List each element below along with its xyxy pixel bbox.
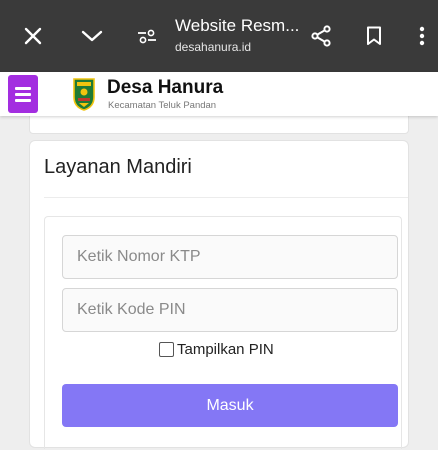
pin-code-input[interactable] <box>62 288 398 332</box>
site-name[interactable]: Desa Hanura <box>107 77 223 99</box>
login-form: Tampilkan PIN Masuk <box>44 216 402 449</box>
ktp-number-input[interactable] <box>62 235 398 279</box>
show-pin-checkbox[interactable] <box>159 342 174 357</box>
village-crest-icon <box>72 77 96 111</box>
chevron-down-icon[interactable] <box>77 0 107 72</box>
site-header: Desa Hanura Kecamatan Teluk Pandan <box>0 72 438 116</box>
address-bar[interactable]: Website Resm... desahanura.id <box>175 16 300 55</box>
previous-card <box>29 116 409 134</box>
more-vertical-icon[interactable] <box>412 0 432 72</box>
show-pin-label: Tampilkan PIN <box>177 341 274 358</box>
page-title: Website Resm... <box>175 16 300 35</box>
card-divider <box>44 197 408 198</box>
hamburger-menu-icon[interactable] <box>8 75 38 113</box>
page-settings-icon[interactable] <box>132 0 162 72</box>
page-content: Layanan Mandiri Tampilkan PIN Masuk <box>0 116 438 450</box>
login-button[interactable]: Masuk <box>62 384 398 427</box>
page-host: desahanura.id <box>175 40 252 54</box>
close-icon[interactable] <box>18 0 48 72</box>
card-title: Layanan Mandiri <box>44 156 192 178</box>
login-card: Layanan Mandiri Tampilkan PIN Masuk <box>29 140 409 449</box>
bookmark-icon[interactable] <box>359 0 389 72</box>
browser-toolbar: Website Resm... desahanura.id <box>0 0 438 72</box>
site-subtitle: Kecamatan Teluk Pandan <box>108 100 217 111</box>
share-icon[interactable] <box>306 0 336 72</box>
show-pin-toggle[interactable]: Tampilkan PIN <box>159 341 274 358</box>
